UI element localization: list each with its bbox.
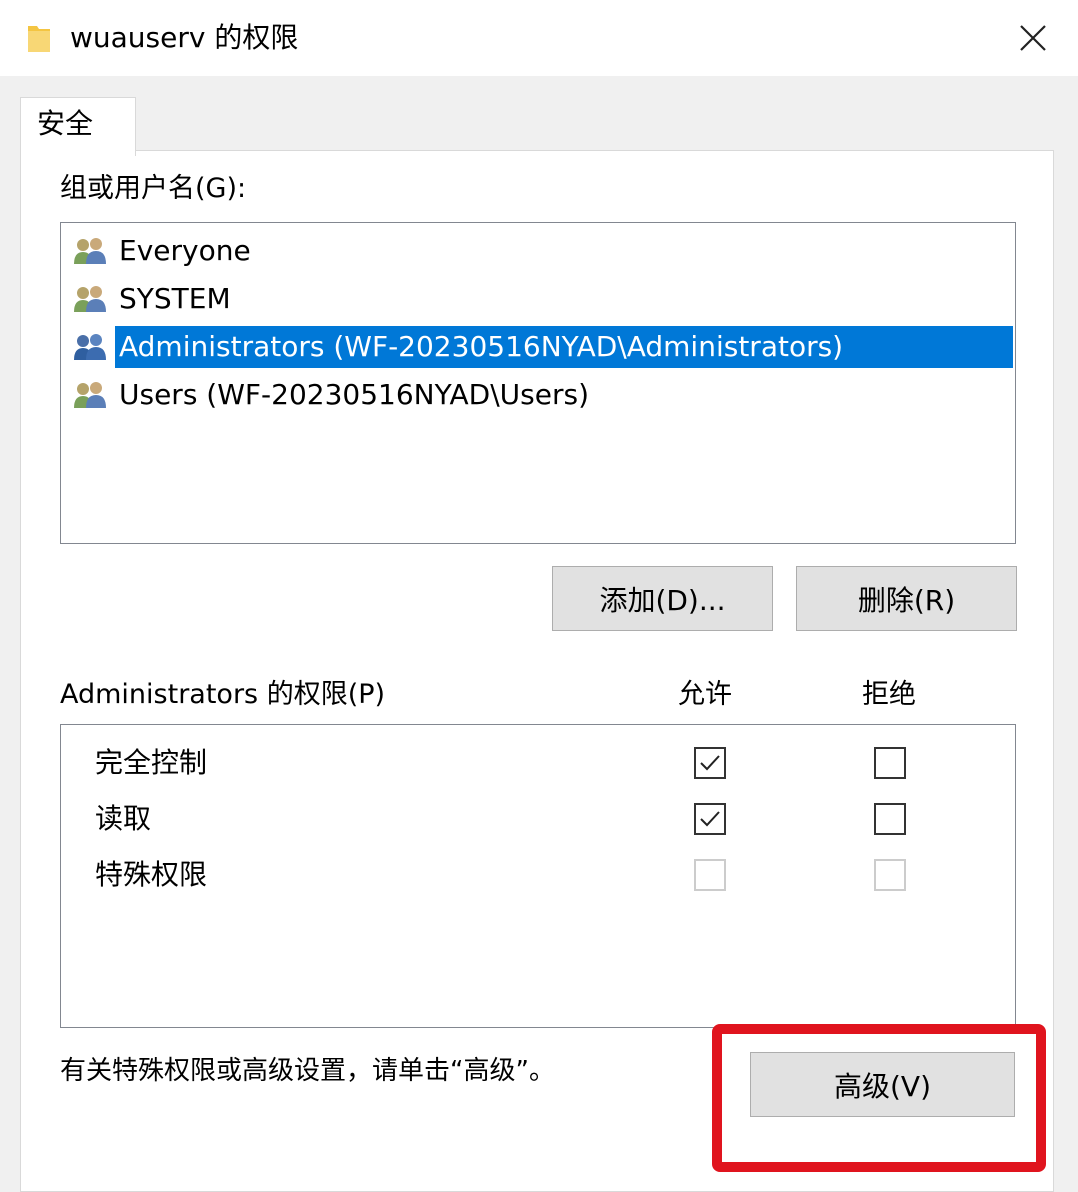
remove-button[interactable]: 删除(R) <box>796 566 1017 631</box>
user-group-icon <box>74 334 106 360</box>
list-item-everyone[interactable]: Everyone <box>73 227 1013 275</box>
list-item-system[interactable]: SYSTEM <box>73 275 1013 323</box>
title-bar: wuauserv 的权限 <box>0 0 1078 76</box>
permissions-list: 完全控制 读取 特殊权限 <box>60 724 1016 1028</box>
folder-icon <box>28 26 50 52</box>
user-group-icon <box>74 382 106 408</box>
checkmark-icon <box>700 755 720 771</box>
window-title: wuauserv 的权限 <box>70 21 299 54</box>
allow-checkbox-full-control[interactable] <box>694 747 726 779</box>
close-icon <box>1020 25 1046 51</box>
allow-checkbox-special <box>694 859 726 891</box>
permission-name: 特殊权限 <box>95 858 208 891</box>
user-group-icon <box>74 286 106 312</box>
deny-checkbox-read[interactable] <box>874 803 906 835</box>
checkmark-icon <box>700 811 720 827</box>
tab-security-label: 安全 <box>37 107 94 140</box>
permission-name: 读取 <box>95 802 152 835</box>
add-button[interactable]: 添加(D)... <box>552 566 773 631</box>
user-group-icon <box>74 238 106 264</box>
deny-checkbox-special <box>874 859 906 891</box>
users-label: 组或用户名(G): <box>60 173 247 204</box>
permission-name: 完全控制 <box>95 746 208 779</box>
allow-header: 允许 <box>678 679 732 710</box>
permissions-label: Administrators 的权限(P) <box>60 679 386 710</box>
user-name: Users (WF-20230516NYAD\Users) <box>119 378 589 411</box>
allow-checkbox-read[interactable] <box>694 803 726 835</box>
tab-security[interactable]: 安全 <box>20 97 136 156</box>
deny-checkbox-full-control[interactable] <box>874 747 906 779</box>
list-item-administrators[interactable]: Administrators (WF-20230516NYAD\Administ… <box>73 323 1013 371</box>
deny-header: 拒绝 <box>862 679 916 710</box>
list-item-users[interactable]: Users (WF-20230516NYAD\Users) <box>73 371 1013 419</box>
user-name: SYSTEM <box>119 282 231 315</box>
advanced-hint: 有关特殊权限或高级设置，请单击“高级”。 <box>60 1056 555 1086</box>
user-name: Everyone <box>119 234 251 267</box>
close-button[interactable] <box>1010 18 1056 58</box>
user-list[interactable]: Everyone SYSTEM Administrators (WF-20230… <box>60 222 1016 544</box>
user-name: Administrators (WF-20230516NYAD\Administ… <box>115 326 1013 368</box>
highlight-annotation <box>712 1024 1046 1172</box>
